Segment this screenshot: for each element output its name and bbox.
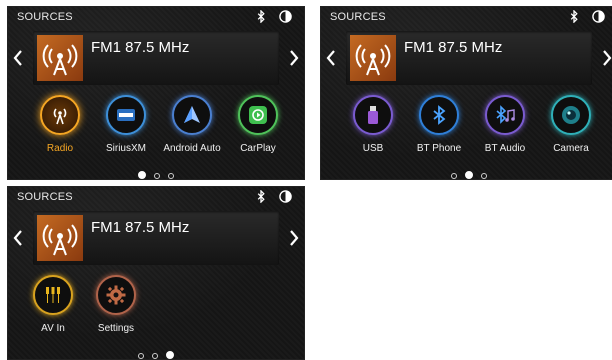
previous-page-arrow[interactable]	[325, 49, 337, 67]
page-dot-3[interactable]	[166, 351, 174, 359]
source-label: Camera	[553, 143, 589, 154]
page-indicator	[8, 166, 304, 179]
page-dot-3[interactable]	[481, 173, 487, 179]
top-bar: SOURCES	[321, 7, 612, 27]
source-radio[interactable]: Radio	[30, 95, 90, 161]
screen-title: SOURCES	[330, 11, 386, 23]
source-label: Radio	[46, 143, 74, 154]
source-bt-audio[interactable]: BT Audio	[475, 95, 535, 161]
next-page-arrow[interactable]	[601, 49, 612, 67]
source-av-in[interactable]: AV In	[23, 275, 83, 341]
screen-title: SOURCES	[17, 191, 73, 203]
source-label: CarPlay	[240, 143, 276, 154]
page-indicator	[8, 346, 304, 359]
page-dot-1[interactable]	[138, 353, 144, 359]
day-night-icon[interactable]	[592, 10, 605, 23]
radio-tower-icon	[37, 35, 83, 81]
page-dot-1[interactable]	[451, 173, 457, 179]
source-carplay[interactable]: CarPlay	[228, 95, 288, 161]
bluetooth-status-icon	[257, 190, 265, 203]
day-night-icon[interactable]	[279, 190, 292, 203]
radio-tower-icon	[37, 215, 83, 261]
siriusxm-icon	[106, 95, 146, 135]
carplay-icon	[238, 95, 278, 135]
sources-screen-3: SOURCES FM1 87.5 MHz AV In Settings	[7, 186, 305, 360]
source-label: BT Audio	[484, 143, 526, 154]
android-auto-icon	[172, 95, 212, 135]
station-label: FM1 87.5 MHz	[404, 39, 503, 56]
gear-icon	[96, 275, 136, 315]
day-night-icon[interactable]	[279, 10, 292, 23]
next-page-arrow[interactable]	[288, 49, 300, 67]
source-settings[interactable]: Settings	[86, 275, 146, 341]
bluetooth-status-icon	[257, 10, 265, 23]
source-siriusxm[interactable]: SiriusXM	[96, 95, 156, 161]
station-label: FM1 87.5 MHz	[91, 39, 190, 56]
page-dot-2[interactable]	[465, 171, 473, 179]
page-dot-1[interactable]	[138, 171, 146, 179]
top-bar: SOURCES	[8, 187, 304, 207]
source-label: BT Phone	[416, 143, 462, 154]
source-android-auto[interactable]: Android Auto	[162, 95, 222, 161]
next-page-arrow[interactable]	[288, 229, 300, 247]
usb-icon	[353, 95, 393, 135]
source-camera[interactable]: Camera	[541, 95, 601, 161]
camera-icon	[551, 95, 591, 135]
page-indicator	[321, 166, 612, 179]
station-label: FM1 87.5 MHz	[91, 219, 190, 236]
now-playing-banner[interactable]: FM1 87.5 MHz	[33, 211, 279, 265]
source-label: Android Auto	[163, 143, 221, 154]
now-playing-banner[interactable]: FM1 87.5 MHz	[33, 31, 279, 85]
av-in-icon	[33, 275, 73, 315]
radio-tower-icon	[350, 35, 396, 81]
previous-page-arrow[interactable]	[12, 229, 24, 247]
top-bar: SOURCES	[8, 7, 304, 27]
bluetooth-status-icon	[570, 10, 578, 23]
source-label: SiriusXM	[105, 143, 146, 154]
now-playing-banner[interactable]: FM1 87.5 MHz	[346, 31, 592, 85]
page-dot-2[interactable]	[152, 353, 158, 359]
bluetooth-icon	[419, 95, 459, 135]
page-dot-3[interactable]	[168, 173, 174, 179]
sources-screen-1: SOURCES FM1 87.5 MHz Radio SiriusXM Andr…	[7, 6, 305, 180]
source-bt-phone[interactable]: BT Phone	[409, 95, 469, 161]
source-label: USB	[362, 143, 384, 154]
page-dot-2[interactable]	[154, 173, 160, 179]
radio-icon	[40, 95, 80, 135]
previous-page-arrow[interactable]	[12, 49, 24, 67]
screen-title: SOURCES	[17, 11, 73, 23]
source-label: Settings	[97, 323, 135, 334]
source-usb[interactable]: USB	[343, 95, 403, 161]
bluetooth-audio-icon	[485, 95, 525, 135]
sources-screen-2: SOURCES FM1 87.5 MHz USB BT Phone BT Aud…	[320, 6, 612, 180]
